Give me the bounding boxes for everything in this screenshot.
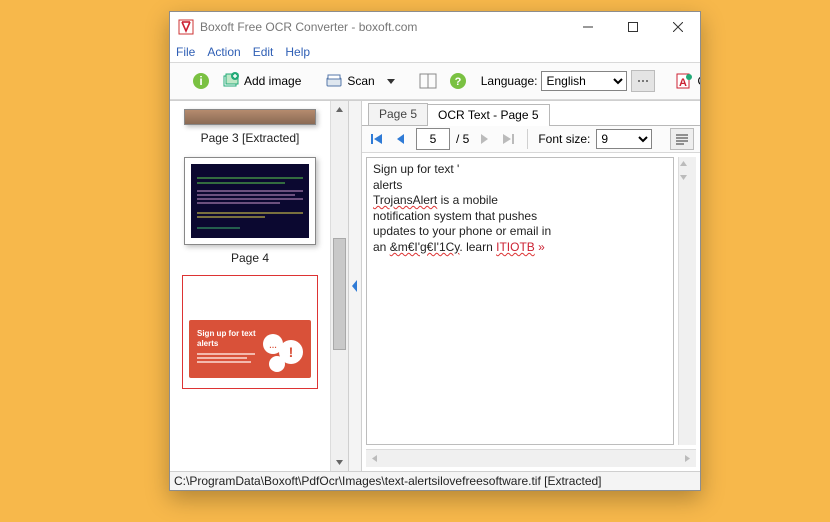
add-image-button[interactable]: Add image (218, 70, 305, 92)
svg-text:alerts: alerts (197, 339, 219, 348)
ocr-vertical-scrollbar[interactable] (678, 157, 696, 445)
scroll-up-icon[interactable] (679, 157, 696, 171)
scroll-down-icon[interactable] (331, 454, 348, 471)
add-image-label: Add image (244, 74, 301, 88)
menu-help[interactable]: Help (285, 45, 310, 59)
status-text: C:\ProgramData\Boxoft\PdfOcr\Images\text… (174, 474, 602, 488)
tab-bar: Page 5 OCR Text - Page 5 (362, 101, 700, 126)
svg-text:Sign up for text: Sign up for text (197, 329, 256, 338)
ocr-label: OCR (697, 74, 700, 88)
thumbnail-page-3[interactable]: Page 3 [Extracted] (173, 109, 328, 145)
menu-edit[interactable]: Edit (253, 45, 274, 59)
menu-action[interactable]: Action (207, 45, 240, 59)
language-label: Language: (481, 74, 538, 88)
scroll-down-icon[interactable] (679, 171, 696, 185)
last-page-button[interactable] (499, 130, 517, 148)
prev-page-button[interactable] (392, 130, 410, 148)
thumbnail-label: Page 4 (231, 251, 269, 265)
language-select[interactable]: English (541, 71, 627, 91)
align-lines-icon (675, 133, 689, 145)
window-title: Boxoft Free OCR Converter - boxoft.com (200, 20, 565, 34)
svg-text:A: A (679, 77, 687, 89)
scan-dropdown[interactable] (383, 75, 399, 87)
add-image-info-icon[interactable]: i (188, 70, 214, 92)
close-button[interactable] (655, 12, 700, 42)
svg-text:i: i (199, 74, 202, 88)
minimize-button[interactable] (565, 12, 610, 42)
current-page-input[interactable] (416, 128, 450, 150)
scroll-left-icon[interactable] (366, 450, 383, 467)
svg-text:!: ! (289, 344, 294, 360)
next-page-button[interactable] (475, 130, 493, 148)
thumbnail-scrollbar[interactable] (330, 101, 348, 471)
pane-splitter[interactable] (349, 101, 362, 471)
menu-bar: File Action Edit Help (170, 42, 700, 62)
svg-text:…: … (269, 341, 277, 350)
titlebar: Boxoft Free OCR Converter - boxoft.com (170, 12, 700, 42)
thumbnail-label: Page 3 [Extracted] (201, 131, 300, 145)
main-body: Page 3 [Extracted] (170, 100, 700, 471)
first-page-button[interactable] (368, 130, 386, 148)
toolbar: i Add image Scan (170, 62, 700, 100)
chevron-left-icon (351, 279, 359, 293)
scan-button[interactable]: Scan (321, 70, 378, 92)
help-icon[interactable]: ? (445, 70, 471, 92)
ocr-nav-toolbar: / 5 Font size: 9 (362, 126, 700, 153)
scroll-right-icon[interactable] (679, 450, 696, 467)
scroll-up-icon[interactable] (331, 101, 348, 118)
status-bar: C:\ProgramData\Boxoft\PdfOcr\Images\text… (170, 471, 700, 490)
layout-icon[interactable] (415, 70, 441, 92)
ocr-button[interactable]: A OCR (671, 70, 700, 92)
font-size-label: Font size: (538, 132, 590, 146)
tab-ocr-text[interactable]: OCR Text - Page 5 (427, 104, 550, 126)
app-window: Boxoft Free OCR Converter - boxoft.com F… (169, 11, 701, 491)
app-icon (178, 19, 194, 35)
thumbnail-page-5[interactable]: Sign up for text alerts ! … (173, 275, 328, 389)
total-pages-label: / 5 (456, 132, 469, 146)
menu-file[interactable]: File (176, 45, 195, 59)
tab-page-image[interactable]: Page 5 (368, 103, 428, 125)
font-size-select[interactable]: 9 (596, 129, 652, 149)
scrollbar-thumb[interactable] (333, 238, 346, 350)
thumbnail-page-4[interactable]: Page 4 (173, 157, 328, 265)
ocr-horizontal-scrollbar[interactable] (366, 449, 696, 467)
svg-text:?: ? (454, 76, 461, 88)
language-more-button[interactable] (631, 70, 655, 92)
thumbnail-pane: Page 3 [Extracted] (170, 101, 349, 471)
content-pane: Page 5 OCR Text - Page 5 / 5 Font size: … (362, 101, 700, 471)
align-toggle-button[interactable] (670, 128, 694, 150)
ocr-text-area[interactable]: Sign up for text ' alerts TrojansAlert i… (366, 157, 674, 445)
scan-label: Scan (347, 74, 374, 88)
maximize-button[interactable] (610, 12, 655, 42)
